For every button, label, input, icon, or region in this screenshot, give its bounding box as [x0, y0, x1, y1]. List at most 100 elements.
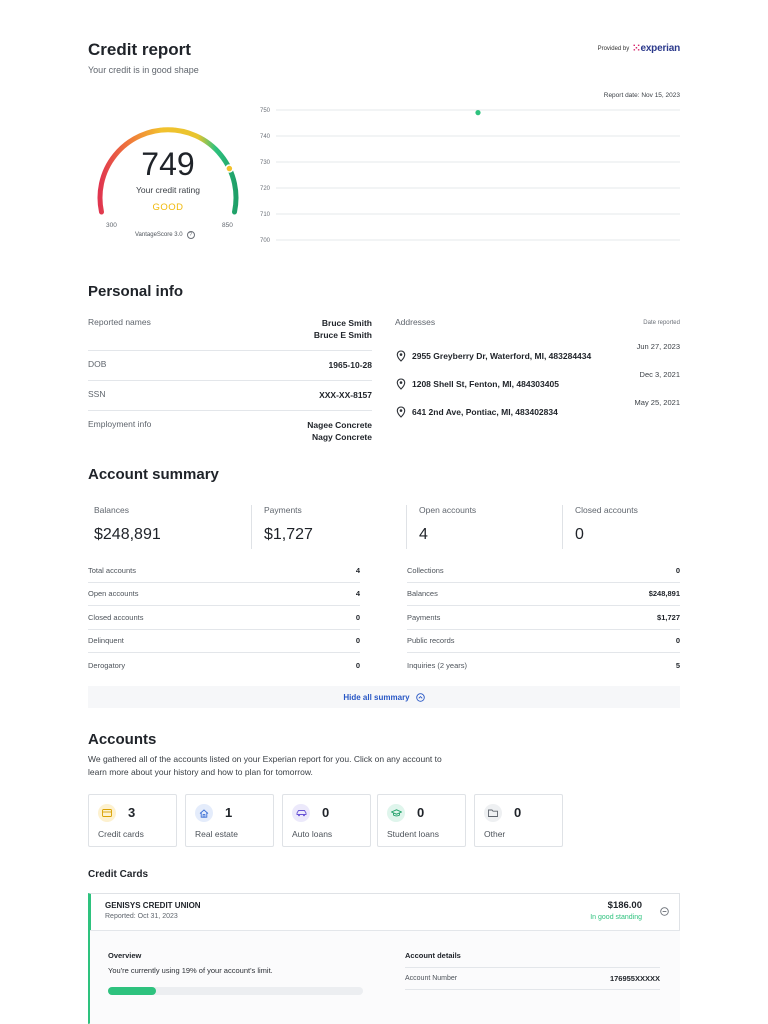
account-type-label: Student loans: [387, 829, 439, 839]
hide-summary-label: Hide all summary: [343, 692, 410, 702]
account-number-label: Account Number: [405, 974, 458, 982]
summary-row-label: Inquiries (2 years): [407, 660, 468, 670]
summary-row-value: 4: [355, 566, 360, 575]
collapse-icon[interactable]: [660, 907, 669, 916]
chart-y-tick-label: 730: [260, 160, 271, 166]
address-date: Jun 27, 2023: [636, 342, 680, 351]
stat-value: $248,891: [94, 526, 161, 543]
creditor-name: GENISYS CREDIT UNION: [105, 901, 201, 910]
summary-row-value: 0: [355, 613, 360, 622]
stat-label: Open accounts: [419, 505, 477, 515]
account-status: In good standing: [590, 914, 642, 921]
chevron-up-icon: [415, 692, 425, 702]
account-type-student-loans[interactable]: 0 Student loans: [377, 794, 466, 847]
location-pin-icon: [396, 350, 406, 362]
address-date: Dec 3, 2021: [639, 370, 680, 379]
employer-value: Nagy Concrete: [312, 432, 372, 442]
page-subtitle: Your credit is in good shape: [88, 65, 199, 75]
account-type-auto-loans[interactable]: 0 Auto loans: [282, 794, 371, 847]
summary-row: Derogatory 0: [88, 653, 360, 677]
address-text: 1208 Shell St, Fenton, MI, 484303405: [412, 379, 559, 389]
credit-rating-badge: GOOD: [152, 202, 184, 213]
account-type-label: Other: [484, 829, 506, 839]
info-icon[interactable]: ?: [186, 231, 195, 239]
reported-date: Reported: Oct 31, 2023: [105, 913, 178, 920]
account-type-count: 3: [128, 805, 136, 820]
account-number-value: 176955XXXXX: [609, 973, 660, 983]
summary-row-label: Public records: [407, 636, 455, 645]
address-item: 2955 Greyberry Dr, Waterford, MI, 483284…: [396, 342, 680, 370]
summary-row: Delinquent 0: [88, 629, 360, 653]
reported-name-value: Bruce Smith: [321, 318, 372, 328]
account-type-real-estate[interactable]: 1 Real estate: [185, 794, 274, 847]
addresses-label: Addresses: [395, 317, 436, 327]
reported-name-value: Bruce E Smith: [313, 330, 372, 340]
personal-info-row: SSN XXX-XX-8157: [88, 381, 372, 411]
personal-info-title: Personal info: [88, 283, 184, 300]
employment-label: Employment info: [88, 419, 152, 429]
stat-value: $1,727: [264, 526, 313, 543]
stat-value: 4: [419, 526, 428, 543]
stat-label: Balances: [94, 505, 129, 515]
reported-names-label: Reported names: [88, 317, 151, 327]
dob-value: 1965-10-28: [328, 360, 372, 370]
credit-score-label: Your credit rating: [136, 185, 200, 195]
accounts-description: We gathered all of the accounts listed o…: [88, 754, 442, 777]
summary-row: Total accounts 4: [88, 559, 360, 583]
account-type-count: 1: [225, 805, 233, 820]
credit-card-icon: [98, 804, 116, 822]
folder-icon: [484, 804, 502, 822]
stat-label: Payments: [264, 505, 302, 515]
summary-row: Closed accounts 0: [88, 606, 360, 630]
graduation-cap-icon: [387, 804, 405, 822]
account-balance: $186.00: [607, 900, 642, 911]
dob-label: DOB: [88, 359, 107, 369]
provider-brand: Provided by ⁙experian: [597, 43, 681, 54]
hide-summary-button[interactable]: Hide all summary: [88, 686, 680, 708]
address-text: 641 2nd Ave, Pontiac, MI, 483402834: [412, 407, 558, 417]
summary-row: Public records 0: [407, 629, 680, 653]
account-type-label: Credit cards: [98, 829, 144, 839]
employer-value: Nagee Concrete: [307, 420, 372, 430]
stat-value: 0: [575, 526, 584, 543]
stat-label: Closed accounts: [575, 505, 638, 515]
stat-open-accounts: Open accounts 4: [419, 505, 476, 549]
chart-y-tick-label: 750: [260, 108, 271, 114]
date-reported-label: Date reported: [643, 320, 680, 326]
overview-label: Overview: [108, 951, 142, 960]
account-type-other[interactable]: 0 Other: [474, 794, 563, 847]
ssn-value: XXX-XX-8157: [319, 390, 372, 400]
report-date: Report date: Nov 15, 2023: [603, 92, 680, 99]
chart-y-tick-label: 710: [260, 212, 271, 218]
credit-usage-bar: [108, 987, 363, 995]
summary-row-value: 0: [675, 636, 680, 645]
details-row: Account Number 176955XXXXX: [405, 967, 660, 990]
account-details-label: Account details: [405, 951, 461, 960]
stat-divider: [406, 505, 407, 549]
address-date: May 25, 2021: [634, 398, 680, 407]
credit-cards-title: Credit Cards: [88, 869, 149, 880]
account-type-label: Auto loans: [292, 829, 333, 839]
account-type-count: 0: [417, 805, 425, 820]
credit-score-value: 749: [141, 146, 195, 182]
car-icon: [292, 804, 310, 822]
summary-row-value: 0: [355, 660, 360, 670]
personal-info-row: DOB 1965-10-28: [88, 351, 372, 381]
accounts-title: Accounts: [88, 731, 157, 748]
summary-row-label: Total accounts: [88, 566, 136, 575]
overview-text: You're currently using 19% of your accou…: [108, 966, 273, 975]
stat-closed-accounts: Closed accounts 0: [575, 505, 638, 549]
address-text: 2955 Greyberry Dr, Waterford, MI, 483284…: [412, 351, 592, 361]
address-item: 641 2nd Ave, Pontiac, MI, 483402834 May …: [396, 398, 680, 426]
account-type-credit-cards[interactable]: 3 Credit cards: [88, 794, 177, 847]
gauge-min: 300: [106, 222, 117, 229]
chart-data-point[interactable]: [475, 110, 481, 116]
summary-row: Inquiries (2 years) 5: [407, 653, 680, 677]
stat-divider: [562, 505, 563, 549]
gauge-max: 850: [222, 222, 233, 229]
page-title: Credit report: [88, 40, 191, 59]
address-item: 1208 Shell St, Fenton, MI, 484303405 Dec…: [396, 370, 680, 398]
chart-y-tick-label: 720: [260, 186, 271, 192]
provided-by-label: Provided by: [597, 45, 630, 52]
summary-row: Open accounts 4: [88, 582, 360, 606]
